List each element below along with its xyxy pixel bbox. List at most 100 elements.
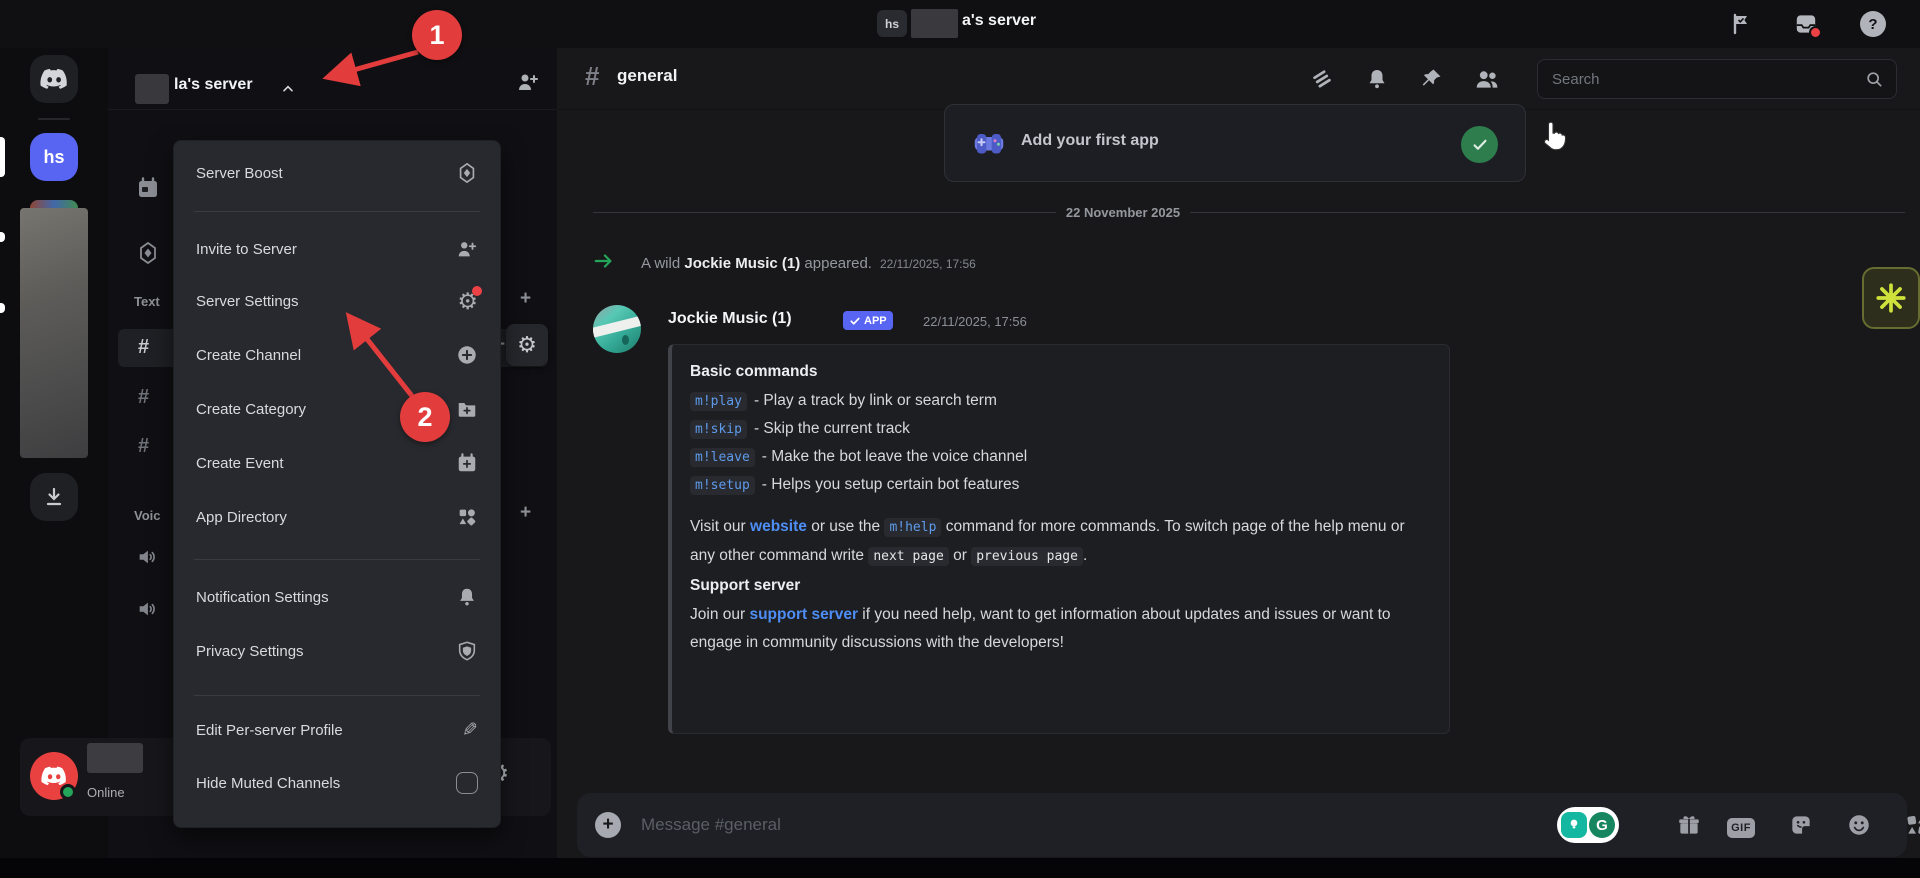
- menu-divider: [194, 559, 480, 560]
- embed-paragraph: Visit our website or use the m!help comm…: [690, 513, 1429, 571]
- censored-username: [87, 743, 143, 773]
- emoji-icon[interactable]: [1845, 811, 1873, 839]
- search-icon: [1864, 69, 1884, 89]
- lightbulb-icon: [1561, 812, 1587, 838]
- shapes-icon: [456, 506, 478, 528]
- discord-home-button[interactable]: [30, 55, 78, 103]
- grammarly-g-icon: G: [1589, 812, 1615, 838]
- support-server-link[interactable]: support server: [749, 606, 858, 623]
- rail-divider: [38, 118, 70, 120]
- window-bottom-edge: [0, 858, 1920, 878]
- add-voice-channel-button[interactable]: +: [520, 502, 531, 524]
- app-badge: APP: [843, 311, 893, 330]
- menu-item-create-event[interactable]: Create Event: [182, 441, 492, 485]
- shield-icon: [456, 640, 478, 662]
- add-first-app-banner[interactable]: Add your first app: [944, 104, 1526, 182]
- command-row: m!leave- Make the bot leave the voice ch…: [690, 443, 1429, 471]
- person-add-icon[interactable]: [516, 70, 540, 94]
- server-name: la's server: [174, 76, 253, 94]
- settings-alert-dot: [472, 286, 482, 296]
- gif-icon[interactable]: GIF: [1727, 814, 1755, 842]
- menu-divider: [194, 695, 480, 696]
- menu-item-edit-per-server-profile[interactable]: Edit Per-server Profile ✎: [182, 708, 492, 752]
- help-icon[interactable]: ?: [1860, 11, 1886, 37]
- active-server-indicator: [0, 137, 5, 177]
- bot-embed-card: Basic commands m!play- Play a track by l…: [668, 344, 1450, 734]
- inbox-icon[interactable]: [1793, 11, 1819, 37]
- censored-server-icons: [20, 208, 88, 458]
- website-link[interactable]: website: [750, 518, 807, 535]
- menu-divider: [194, 211, 480, 212]
- channel-hash: #: [585, 61, 599, 92]
- unread-server-dot: [0, 303, 5, 313]
- channel-hash[interactable]: #: [138, 386, 149, 409]
- command-row: m!setup- Helps you setup certain bot fea…: [690, 471, 1429, 499]
- message-input-bar[interactable]: + G GIF: [577, 793, 1907, 857]
- menu-item-server-settings[interactable]: Server Settings ⚙: [182, 279, 492, 323]
- menu-item-invite-to-server[interactable]: Invite to Server: [182, 227, 492, 271]
- embed-heading: Support server: [690, 577, 1429, 595]
- category-voice-channels[interactable]: Voic: [134, 508, 161, 523]
- timestamp: 22/11/2025, 17:56: [923, 314, 1027, 329]
- command-code: m!play: [690, 392, 747, 411]
- command-row: m!skip- Skip the current track: [690, 415, 1429, 443]
- command-code: m!setup: [690, 476, 755, 495]
- category-text-channels[interactable]: Text: [134, 294, 160, 309]
- channel-hash[interactable]: #: [138, 435, 149, 458]
- quests-flag-icon[interactable]: [1728, 11, 1754, 37]
- calendar-plus-icon: [456, 452, 478, 474]
- pin-icon[interactable]: [1418, 66, 1444, 92]
- menu-item-notification-settings[interactable]: Notification Settings: [182, 575, 492, 619]
- apps-icon[interactable]: [1903, 811, 1920, 839]
- events-calendar-icon[interactable]: [136, 176, 160, 200]
- title-server-badge: hs: [877, 10, 907, 37]
- discord-app-window: hs a's server ? hs: [0, 0, 1920, 878]
- embed-paragraph: Join our support server if you need help…: [690, 601, 1429, 657]
- attach-plus-icon[interactable]: +: [595, 812, 621, 838]
- sticker-icon[interactable]: [1787, 811, 1815, 839]
- notification-bell-icon[interactable]: [1364, 66, 1390, 92]
- server-header[interactable]: la's server: [108, 48, 557, 110]
- bot-avatar[interactable]: [593, 305, 641, 353]
- channel-hash: #: [138, 336, 149, 359]
- server-icon-hs[interactable]: hs: [30, 133, 78, 181]
- status-label: Online: [87, 785, 125, 800]
- speaker-icon[interactable]: [136, 598, 158, 620]
- folder-plus-icon: [456, 398, 478, 420]
- menu-item-server-boost[interactable]: Server Boost: [182, 151, 492, 195]
- message-input[interactable]: [639, 793, 1459, 857]
- menu-item-privacy-settings[interactable]: Privacy Settings: [182, 629, 492, 673]
- menu-item-app-directory[interactable]: App Directory: [182, 495, 492, 539]
- command-code: m!leave: [690, 448, 755, 467]
- banner-label: Add your first app: [1021, 132, 1159, 150]
- starburst-icon: [1874, 281, 1908, 315]
- menu-item-create-channel[interactable]: Create Channel: [182, 333, 492, 377]
- edit-channel-gear-icon[interactable]: ⚙: [506, 324, 548, 366]
- search-input[interactable]: [1550, 70, 1864, 89]
- threads-icon[interactable]: [1309, 66, 1335, 92]
- gift-icon[interactable]: [1675, 811, 1703, 839]
- search-bar[interactable]: [1537, 59, 1897, 99]
- members-icon[interactable]: [1474, 66, 1500, 92]
- bot-name[interactable]: Jockie Music (1): [684, 255, 800, 272]
- chat-area: # general: [557, 48, 1920, 878]
- command-row: m!play- Play a track by link or search t…: [690, 387, 1429, 415]
- command-code: m!skip: [690, 420, 747, 439]
- menu-item-hide-muted-channels[interactable]: Hide Muted Channels: [182, 761, 492, 805]
- download-update-icon[interactable]: [30, 473, 78, 521]
- boost-icon[interactable]: [136, 241, 160, 265]
- message-author[interactable]: Jockie Music (1): [668, 310, 792, 328]
- chevron-up-icon: [280, 81, 296, 97]
- boost-icon: [456, 162, 478, 184]
- screenshot-tool-widget[interactable]: [1862, 267, 1920, 329]
- grammarly-widget[interactable]: G: [1557, 807, 1619, 843]
- speaker-icon[interactable]: [136, 546, 158, 568]
- server-dropdown-menu: Server Boost Invite to Server Server Set…: [173, 140, 501, 828]
- unread-server-dot: [0, 232, 5, 242]
- channel-header: # general: [557, 48, 1920, 110]
- game-controller-icon: [971, 125, 1007, 161]
- annotation-step-2: 2: [400, 392, 450, 442]
- bell-icon: [456, 586, 478, 608]
- hide-muted-checkbox[interactable]: [456, 772, 478, 794]
- add-channel-button[interactable]: +: [520, 288, 531, 310]
